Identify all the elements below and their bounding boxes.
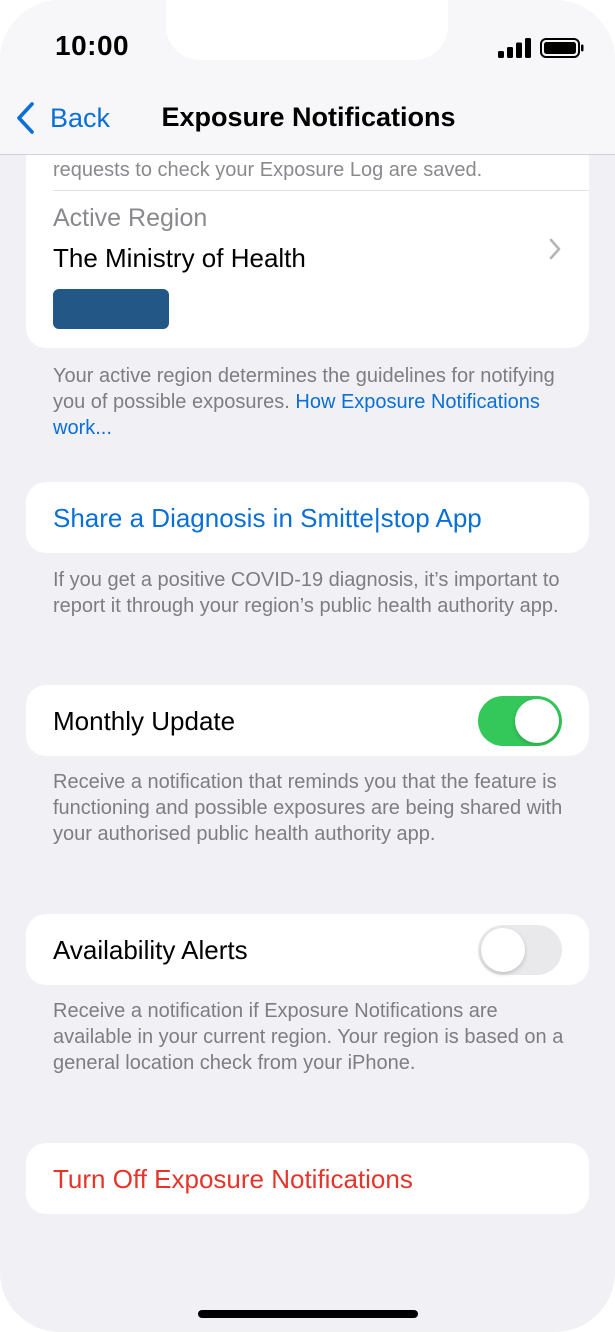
active-region-name: The Ministry of Health [53, 243, 306, 273]
exposure-log-text: requests to check your Exposure Log are … [53, 159, 483, 181]
monthly-update-label: Monthly Update [53, 706, 236, 736]
page-title-text: Exposure Notifications [161, 102, 456, 132]
monthly-update-footer: Receive a notification that reminds you … [53, 771, 563, 845]
battery-icon [540, 38, 584, 58]
toggle-knob [481, 928, 525, 972]
phone-screen: 10:00 Back Exposure Notifications reques… [0, 0, 615, 1332]
toggle-knob [515, 699, 559, 743]
cellular-signal-icon [498, 38, 531, 58]
region-footer: Your active region determines the guidel… [53, 363, 573, 441]
status-time: 10:00 [55, 30, 130, 61]
share-footer: If you get a positive COVID-19 diagnosis… [53, 569, 560, 617]
notch [166, 0, 448, 60]
monthly-update-toggle[interactable] [478, 696, 562, 746]
availability-alerts-toggle[interactable] [478, 925, 562, 975]
active-region-row[interactable]: Active Region The Ministry of Health [26, 191, 589, 348]
share-diagnosis-button[interactable]: Share a Diagnosis in Smitte|stop App [53, 503, 482, 534]
availability-alerts-label: Availability Alerts [53, 935, 248, 965]
page-title: Exposure Notifications [0, 102, 615, 133]
region-logo-badge [53, 289, 169, 329]
availability-alerts-footer: Receive a notification if Exposure Notif… [53, 1000, 564, 1074]
monthly-update-card: Monthly Update [26, 685, 589, 756]
turn-off-exposure-notifications-button[interactable]: Turn Off Exposure Notifications [53, 1164, 413, 1195]
share-diagnosis-card[interactable]: Share a Diagnosis in Smitte|stop App [26, 482, 589, 553]
active-region-card: requests to check your Exposure Log are … [26, 155, 589, 348]
settings-content[interactable]: requests to check your Exposure Log are … [0, 155, 615, 1332]
turn-off-card[interactable]: Turn Off Exposure Notifications [26, 1143, 589, 1214]
availability-alerts-card: Availability Alerts [26, 914, 589, 985]
navigation-bar: Back Exposure Notifications [0, 84, 615, 155]
active-region-label: Active Region [53, 204, 208, 232]
chevron-right-icon [549, 238, 561, 260]
home-indicator[interactable] [198, 1310, 418, 1318]
